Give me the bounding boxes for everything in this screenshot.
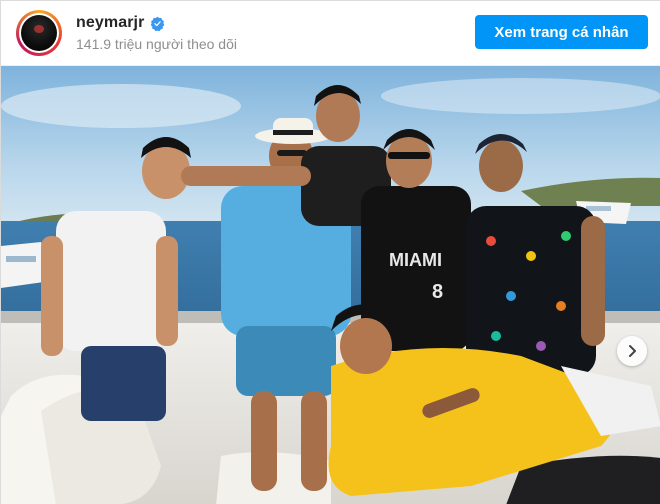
jersey-text: MIAMI bbox=[389, 250, 442, 270]
avatar[interactable] bbox=[16, 10, 62, 56]
jersey-number: 8 bbox=[432, 281, 443, 303]
user-info: neymarjr 141.9 triệu người theo dõi bbox=[76, 14, 237, 52]
username[interactable]: neymarjr bbox=[76, 14, 144, 32]
post-photo[interactable]: MIAMI 8 bbox=[1, 66, 660, 504]
avatar-image bbox=[21, 15, 57, 51]
view-profile-button[interactable]: Xem trang cá nhân bbox=[475, 15, 648, 49]
instagram-embed-card: neymarjr 141.9 triệu người theo dõi Xem … bbox=[0, 0, 660, 504]
post-header: neymarjr 141.9 triệu người theo dõi Xem … bbox=[1, 1, 660, 66]
carousel-next-button[interactable] bbox=[617, 336, 647, 366]
follower-count: 141.9 triệu người theo dõi bbox=[76, 36, 237, 52]
chevron-right-icon bbox=[629, 345, 636, 357]
verified-badge-icon bbox=[151, 16, 165, 31]
group-photo-illustration: MIAMI 8 bbox=[1, 66, 660, 504]
